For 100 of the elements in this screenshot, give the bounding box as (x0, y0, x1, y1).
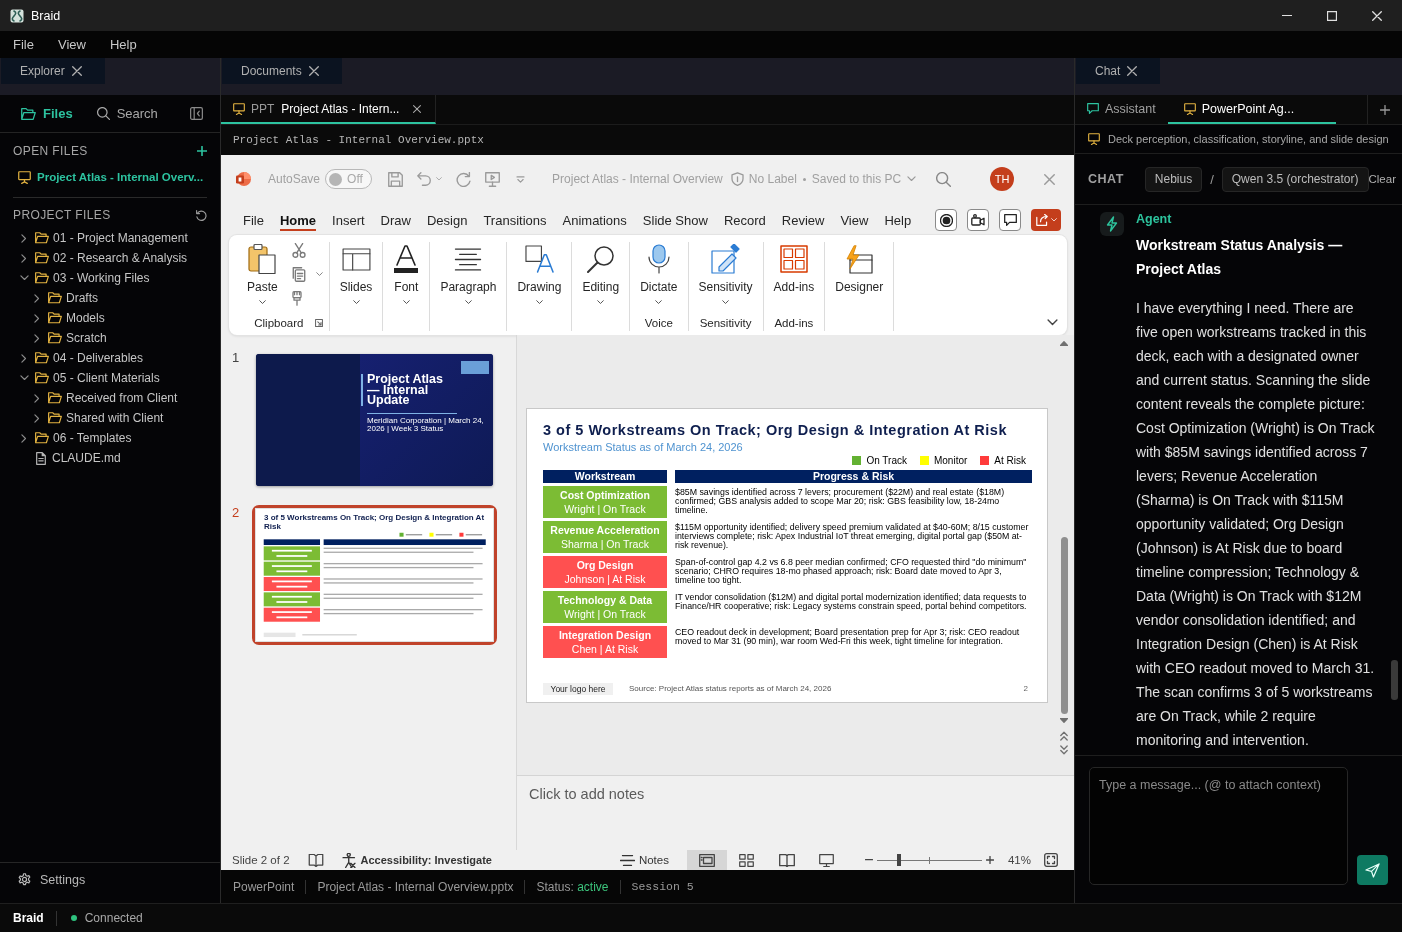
file-item[interactable]: CLAUDE.md (0, 448, 220, 468)
menu-item[interactable]: Help (109, 37, 137, 52)
caret-icon (436, 177, 443, 181)
scrollbar-thumb[interactable] (1060, 537, 1068, 714)
zoom-slider-thumb[interactable] (897, 854, 901, 866)
folder-item[interactable]: 05 - Client Materials (0, 368, 220, 388)
workstream-name: Cost Optimization (560, 487, 650, 502)
folder-item[interactable]: Received from Client (0, 388, 220, 408)
refresh-icon[interactable] (196, 209, 207, 221)
ribbon-tab[interactable]: Slide Show (634, 205, 716, 235)
record-button[interactable] (935, 209, 957, 231)
plus-icon[interactable] (1380, 104, 1390, 115)
search-icon[interactable] (936, 171, 951, 187)
workstream-name: Org Design (576, 557, 634, 572)
maximize-icon[interactable] (1327, 10, 1337, 21)
sensitivity-button[interactable]: Sensitivity (698, 242, 753, 305)
provider-selector[interactable]: Nebius (1144, 166, 1203, 192)
panel-tab[interactable]: Chat (1076, 58, 1161, 84)
ribbon-tab[interactable]: Transitions (475, 205, 555, 235)
slide-sorter-icon (739, 853, 755, 867)
agent-tab[interactable]: PowerPoint Ag... (1167, 95, 1336, 124)
camera-icon (971, 214, 985, 226)
notes-button[interactable]: Notes (619, 854, 669, 866)
folder-item[interactable]: Scratch (0, 328, 220, 348)
menu-item[interactable]: File (13, 37, 34, 52)
ribbon-tab[interactable]: Draw (372, 205, 419, 235)
chevron-down-icon[interactable] (1047, 319, 1058, 326)
zoom-in-icon[interactable] (985, 856, 994, 864)
logo-label: Your logo here (543, 682, 613, 695)
folder-item[interactable]: 03 - Working Files (0, 268, 220, 288)
agent-tab[interactable]: Assistant (1075, 95, 1168, 124)
open-file-item[interactable]: Project Atlas - Internal Overv... (0, 164, 220, 190)
copy-icon[interactable] (291, 267, 306, 282)
slide-title: 3 of 5 Workstreams On Track; Org Design & Integration At Risk (543, 421, 1008, 438)
clear-button[interactable]: Clear (1368, 173, 1396, 185)
close-icon[interactable] (413, 104, 421, 113)
send-icon (1365, 862, 1380, 878)
drawing-button[interactable]: Drawing (517, 242, 562, 305)
paste-button[interactable]: Paste (247, 242, 278, 305)
ribbon-tab[interactable]: Design (418, 205, 476, 235)
fit-to-window-icon[interactable] (1044, 853, 1058, 867)
gear-icon (18, 873, 31, 886)
ribbon-tab[interactable]: Insert (324, 205, 373, 235)
folder-item[interactable]: 02 - Research & Analysis (0, 248, 220, 268)
paragraph-button[interactable]: Paragraph (440, 242, 497, 305)
model-selector[interactable]: Qwen 3.5 (orchestrator) (1221, 166, 1369, 192)
close-icon[interactable] (308, 66, 319, 76)
search-tab[interactable]: Search (96, 106, 158, 121)
view-button[interactable] (686, 850, 727, 870)
previous-slide-icon[interactable] (1060, 731, 1068, 741)
close-icon[interactable] (1127, 66, 1138, 76)
settings-button[interactable]: Settings (0, 862, 220, 896)
folder-item[interactable]: Drafts (0, 288, 220, 308)
designer-button[interactable]: Designer (835, 242, 884, 294)
presentation-icon (18, 170, 31, 184)
ribbon-tab[interactable]: Help (876, 205, 920, 235)
share-button[interactable] (1031, 209, 1061, 231)
close-icon[interactable] (71, 66, 82, 76)
slides-button[interactable]: Slides (339, 242, 373, 305)
ribbon-tab[interactable]: Record (715, 205, 774, 235)
panel-tab[interactable]: Documents (222, 58, 342, 84)
zoom-percentage[interactable]: 41% (1007, 854, 1031, 866)
paintbrush-icon[interactable] (291, 291, 302, 306)
reading-view-icon (778, 853, 795, 867)
message-input[interactable]: Type a message... (@ to attach context) (1089, 767, 1348, 885)
workstream-name: Technology & Data (557, 592, 653, 607)
logo-block (461, 361, 489, 374)
camera-button[interactable] (967, 209, 989, 231)
font-button[interactable]: Font (393, 242, 420, 305)
folder-item[interactable]: 04 - Deliverables (0, 348, 220, 368)
caret-icon (352, 300, 360, 305)
slide-thumbnail[interactable]: 3 of 5 Workstreams On Track; Org Design & Integration At Risk (252, 505, 497, 645)
legend-label: Monitor (933, 454, 968, 466)
scroll-up-icon[interactable] (1060, 341, 1068, 346)
plus-icon[interactable] (197, 146, 207, 156)
scroll-down-icon[interactable] (1060, 718, 1068, 723)
folder-item[interactable]: 06 - Templates (0, 428, 220, 448)
book-icon[interactable] (307, 853, 324, 867)
files-tab[interactable]: Files (21, 106, 73, 121)
menu-item[interactable]: View (57, 37, 86, 52)
dictate-button[interactable]: Dictate (640, 242, 678, 305)
add-ins-button[interactable]: Add-ins (773, 242, 815, 294)
user-avatar[interactable]: TH (990, 167, 1014, 191)
panel-tab[interactable]: Explorer (1, 58, 105, 84)
folder-item[interactable]: Models (0, 308, 220, 328)
dialog-launcher-icon[interactable] (314, 319, 323, 327)
ribbon-tab[interactable]: View (832, 205, 877, 235)
folder-item[interactable]: Shared with Client (0, 408, 220, 428)
next-slide-icon[interactable] (1060, 745, 1068, 755)
scrollbar-thumb[interactable] (1391, 660, 1398, 700)
scissors-icon[interactable] (291, 243, 306, 258)
ribbon-tab[interactable]: Review (773, 205, 833, 235)
accessibility-button[interactable]: Accessibility: Investigate (341, 852, 492, 868)
folder-item[interactable]: 01 - Project Management (0, 228, 220, 248)
comments-button[interactable] (999, 209, 1021, 231)
ribbon-tab[interactable]: Animations (554, 205, 635, 235)
send-button[interactable] (1357, 855, 1388, 885)
editing-button[interactable]: Editing (582, 242, 620, 305)
ribbon-tab[interactable]: File (235, 205, 272, 235)
sidebar-collapse-icon[interactable] (190, 107, 203, 120)
